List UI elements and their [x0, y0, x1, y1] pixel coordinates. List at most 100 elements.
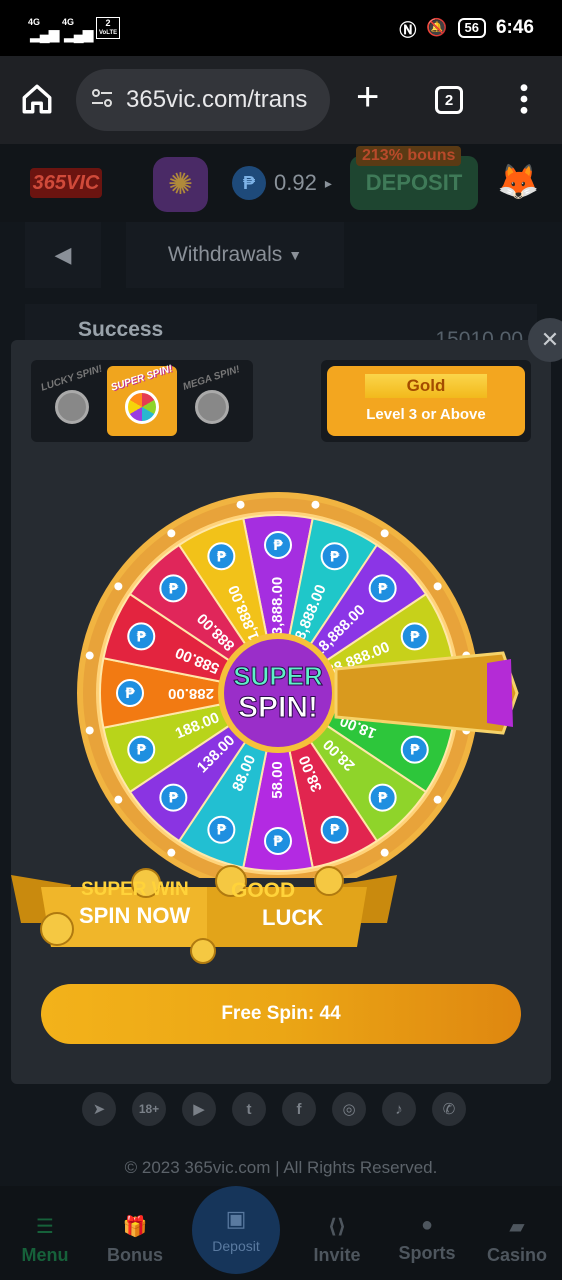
telegram-icon[interactable]: ➤ — [82, 1092, 116, 1126]
promo-banner: SUPER WIN SPIN NOW GOOD LUCK — [11, 863, 489, 964]
wheel-icon — [125, 390, 159, 424]
peso-symbol: ₱ — [330, 823, 340, 839]
ball-icon: ● — [420, 1214, 434, 1236]
peso-symbol: ₱ — [410, 629, 420, 645]
cards-icon: ▰ — [509, 1216, 525, 1238]
spin-type-super[interactable]: SUPER SPIN! — [107, 363, 177, 436]
instagram-icon[interactable]: ◎ — [332, 1092, 366, 1126]
peso-symbol: ₱ — [168, 791, 178, 807]
nav-invite[interactable]: ⟨⟩ Invite — [292, 1214, 382, 1266]
wallet-icon: ▣ — [225, 1206, 247, 1231]
peso-symbol: ₱ — [378, 581, 388, 597]
twitter-icon[interactable]: t — [232, 1092, 266, 1126]
site-logo[interactable]: 365VIC — [30, 168, 102, 198]
peso-symbol: ₱ — [216, 823, 226, 839]
whatsapp-icon[interactable]: ✆ — [432, 1092, 466, 1126]
tier-badge: Gold Level 3 or Above — [321, 360, 531, 442]
rim-light — [114, 795, 123, 804]
signal-icon: 4G ▂▄▆ — [28, 17, 59, 42]
home-icon[interactable] — [20, 82, 54, 122]
rim-light — [236, 500, 245, 509]
peso-symbol: ₱ — [125, 686, 135, 702]
rim-light — [433, 582, 442, 591]
rim-light — [85, 726, 94, 735]
18plus-icon: 18+ — [132, 1092, 166, 1126]
nav-bonus[interactable]: 🎁 Bonus — [90, 1214, 180, 1266]
peso-symbol: ₱ — [410, 743, 420, 759]
nav-casino[interactable]: ▰ Casino — [472, 1214, 562, 1266]
prize-wheel[interactable]: ₱3,888.00₱8,888.00₱18,888.00₱38,888.00₱8… — [73, 478, 527, 894]
spin-type-lucky[interactable]: LUCKY SPIN! — [37, 363, 107, 436]
wheel-icon — [195, 390, 229, 424]
avatar[interactable]: 🦊 — [497, 162, 539, 202]
nfc-icon: Ⓝ — [399, 20, 417, 40]
plus-icon[interactable]: + — [356, 77, 379, 117]
row-status: Success — [78, 318, 164, 341]
wheel-icon — [55, 390, 89, 424]
rim-light — [167, 848, 176, 857]
transaction-row[interactable]: Success 15010.00 — [25, 304, 537, 351]
clock: 6:46 — [495, 17, 534, 38]
rim-light — [114, 582, 123, 591]
tiktok-icon[interactable]: ♪ — [382, 1092, 416, 1126]
hub-text-line2: SPIN! — [238, 691, 318, 724]
url-text: 365vic.com/trans — [126, 86, 308, 113]
chevron-right-icon: ▸ — [324, 174, 332, 191]
signal-icon: 4G ▂▄▆ — [62, 17, 93, 42]
bottom-nav: ☰ Menu 🎁 Bonus ▣ Deposit ⟨⟩ Invite ● Sports ▰… — [0, 1186, 562, 1280]
peso-symbol: ₱ — [168, 581, 178, 597]
peso-icon: ₱ — [232, 166, 266, 200]
prize-label: 288.00 — [168, 685, 214, 702]
peso-symbol: ₱ — [273, 834, 283, 850]
menu-icon: ☰ — [36, 1216, 54, 1238]
free-spin-button[interactable]: Free Spin: 44 — [41, 984, 521, 1044]
peso-symbol: ₱ — [136, 743, 146, 759]
nav-deposit[interactable]: ▣ Deposit — [192, 1186, 280, 1274]
share-icon: ⟨⟩ — [327, 1216, 347, 1238]
rim-light — [311, 500, 320, 509]
nav-sports[interactable]: ● Sports — [382, 1214, 472, 1264]
chevron-left-icon: ◀ — [54, 242, 72, 267]
back-button[interactable]: ◀ — [25, 222, 101, 288]
tier-title: Gold — [365, 374, 487, 398]
prize-label: 3,888.00 — [269, 577, 286, 635]
peso-symbol: ₱ — [273, 538, 283, 554]
nav-menu[interactable]: ☰ Menu — [0, 1214, 90, 1266]
copyright-text: © 2023 365vic.com | All Rights Reserved. — [124, 1158, 438, 1177]
rim-light — [380, 529, 389, 538]
browser-toolbar: 365vic.com/trans + 2 — [0, 56, 562, 144]
rim-light — [167, 529, 176, 538]
chevron-down-icon: ▼ — [288, 247, 303, 263]
peso-symbol: ₱ — [378, 791, 388, 807]
status-bar: 4G ▂▄▆ 4G ▂▄▆ 2 VoLTE Ⓝ 🔕 56 6:46 — [0, 0, 562, 56]
banner-left-line2: SPIN NOW — [79, 903, 191, 928]
volte-badge: 2 VoLTE — [96, 17, 121, 39]
tab-switcher-button[interactable]: 2 — [435, 86, 463, 114]
balance-display: ₱ 0.92 ▸ — [232, 166, 332, 200]
spin-wheel-modal: LUCKY SPIN! SUPER SPIN! MEGA SPIN! Gold … — [11, 340, 551, 1084]
filter-label: Withdrawals — [167, 243, 283, 266]
tier-subtitle: Level 3 or Above — [366, 406, 486, 423]
banner-right-line1: GOOD — [231, 879, 296, 902]
filter-dropdown[interactable]: Withdrawals ▼ — [126, 222, 344, 288]
address-bar[interactable]: 365vic.com/trans — [76, 69, 330, 131]
peso-symbol: ₱ — [136, 629, 146, 645]
spin-type-mega[interactable]: MEGA SPIN! — [177, 364, 247, 436]
site-settings-icon[interactable] — [90, 86, 114, 115]
mute-icon: 🔕 — [426, 18, 448, 37]
facebook-icon[interactable]: f — [282, 1092, 316, 1126]
peso-symbol: ₱ — [330, 549, 340, 565]
rim-light — [85, 651, 94, 660]
youtube-icon[interactable]: ▶ — [182, 1092, 216, 1126]
wheel-pointer-tip — [487, 659, 513, 727]
hub-text-line1: SUPER — [233, 661, 323, 691]
rim-light — [380, 848, 389, 857]
bonus-tag: 213% bouns — [356, 146, 462, 166]
banner-right-line2: LUCK — [262, 905, 324, 930]
spin-wheel-button[interactable]: ✺ — [153, 157, 208, 212]
more-vert-icon[interactable] — [514, 82, 534, 122]
gift-icon: 🎁 — [122, 1216, 148, 1238]
peso-symbol: ₱ — [216, 549, 226, 565]
balance-value: 0.92 — [274, 170, 317, 195]
social-links: ➤ 18+ ▶ t f ◎ ♪ ✆ — [82, 1092, 466, 1126]
